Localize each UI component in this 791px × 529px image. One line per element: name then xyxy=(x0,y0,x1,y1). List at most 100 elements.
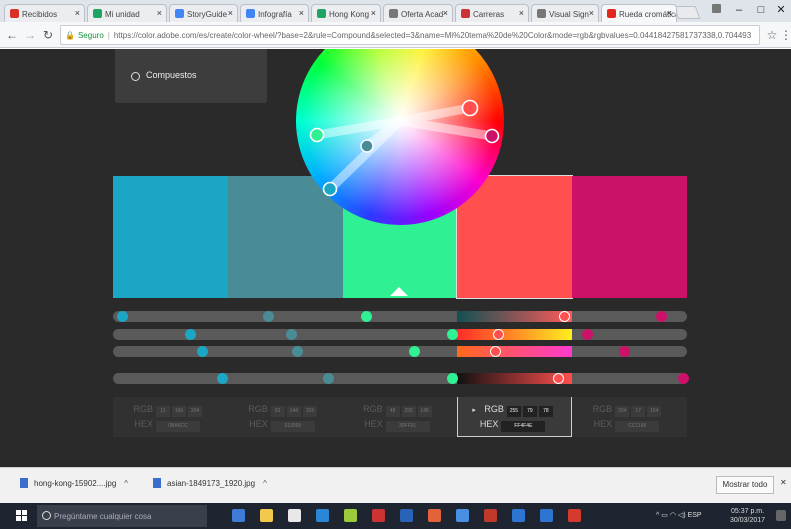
hex-field[interactable]: 0BA6CC xyxy=(156,421,200,432)
close-tab-icon[interactable]: × xyxy=(519,8,524,18)
menu-kebab-icon[interactable]: ⋮ xyxy=(778,27,791,43)
wheel-handle[interactable] xyxy=(461,99,479,117)
browser-tab[interactable]: StoryGuide × xyxy=(169,4,238,22)
color-slider[interactable] xyxy=(113,346,687,357)
color-slider[interactable] xyxy=(113,373,689,384)
slider-handle[interactable] xyxy=(677,373,689,384)
url-input[interactable]: 🔒 Seguro | https://color.adobe.com/es/creat… xyxy=(60,25,760,45)
slider-handle[interactable] xyxy=(492,329,504,340)
close-tab-icon[interactable]: × xyxy=(371,8,376,18)
color-value-column[interactable]: RGB 11 166 204 HEX 0BA6CC xyxy=(113,397,228,437)
color-value-column[interactable]: RGB 81 144 153 HEX 519099 xyxy=(228,397,343,437)
wheel-handle[interactable] xyxy=(360,139,374,153)
slider-handle[interactable] xyxy=(409,346,421,357)
taskbar-app-icon[interactable] xyxy=(456,509,469,522)
radio-compound[interactable] xyxy=(131,72,140,81)
hex-field[interactable]: FF4F4E xyxy=(501,421,546,432)
taskbar-app-icon[interactable] xyxy=(400,509,413,522)
slider-handle[interactable] xyxy=(360,311,372,322)
slider-handle[interactable] xyxy=(446,329,458,340)
color-slider[interactable] xyxy=(113,311,687,322)
close-tab-icon[interactable]: × xyxy=(75,8,80,18)
download-item[interactable]: asian-1849173_1920.jpg ^ xyxy=(153,478,267,488)
slider-handle[interactable] xyxy=(185,329,197,340)
chevron-up-icon[interactable]: ^ xyxy=(263,479,267,488)
battery-icon[interactable]: ▭ xyxy=(661,512,668,519)
close-tab-icon[interactable]: × xyxy=(667,8,672,18)
hex-field[interactable]: CC1168 xyxy=(615,421,660,432)
windows-start-icon[interactable] xyxy=(16,510,28,522)
hex-field[interactable]: 519099 xyxy=(270,421,315,432)
rgb-r-field[interactable]: 11 xyxy=(156,406,170,417)
rgb-g-field[interactable]: 144 xyxy=(286,406,301,417)
taskbar-app-icon[interactable] xyxy=(428,509,441,522)
slider-handle[interactable] xyxy=(618,346,630,357)
rgb-b-field[interactable]: 153 xyxy=(302,406,317,417)
taskbar-app-icon[interactable] xyxy=(344,509,357,522)
close-window-button[interactable]: ✕ xyxy=(770,2,791,18)
color-swatch[interactable] xyxy=(113,176,228,298)
forward-arrow-icon[interactable]: → xyxy=(22,27,38,43)
rgb-r-field[interactable]: 81 xyxy=(270,406,285,417)
browser-tab[interactable]: Rueda cromática × xyxy=(601,4,677,22)
browser-tab[interactable]: Hong Kong × xyxy=(311,4,381,22)
slider-handle[interactable] xyxy=(196,346,208,357)
volume-icon[interactable]: ◁) xyxy=(678,512,686,519)
rgb-b-field[interactable]: 78 xyxy=(538,406,553,417)
clock[interactable]: 05:37 p.m. 30/03/2017 xyxy=(730,507,765,525)
browser-tab[interactable]: Recibidos × xyxy=(4,4,85,22)
slider-handle[interactable] xyxy=(291,346,303,357)
wheel-handle[interactable] xyxy=(309,127,325,143)
close-tab-icon[interactable]: × xyxy=(157,8,162,18)
rgb-g-field[interactable]: 166 xyxy=(172,406,186,417)
wheel-handle[interactable] xyxy=(322,181,338,197)
slider-handle[interactable] xyxy=(581,329,593,340)
color-value-column[interactable]: RGB 48 255 145 HEX 30FF91 xyxy=(343,397,458,437)
color-slider[interactable] xyxy=(113,329,687,340)
slider-handle[interactable] xyxy=(285,329,297,340)
close-tab-icon[interactable]: × xyxy=(299,8,304,18)
minimize-window-button[interactable]: – xyxy=(728,2,750,18)
slider-handle[interactable] xyxy=(446,373,458,384)
action-center-icon[interactable] xyxy=(776,510,786,521)
browser-tab[interactable]: Carreras × xyxy=(455,4,529,22)
taskbar-app-icon[interactable] xyxy=(232,509,245,522)
chevron-up-icon[interactable]: ^ xyxy=(656,512,659,519)
new-tab-button[interactable] xyxy=(673,6,701,19)
taskbar-app-icon[interactable] xyxy=(484,509,497,522)
taskbar-app-icon[interactable] xyxy=(540,509,553,522)
browser-tab[interactable]: Visual Sign × xyxy=(531,4,599,22)
minimize-button[interactable] xyxy=(705,2,727,18)
rgb-g-field[interactable]: 255 xyxy=(401,406,416,417)
chevron-up-icon[interactable]: ^ xyxy=(124,479,128,488)
slider-handle[interactable] xyxy=(552,373,564,384)
maximize-window-button[interactable]: □ xyxy=(750,2,772,18)
close-tab-icon[interactable]: × xyxy=(228,8,233,18)
rgb-r-field[interactable]: 204 xyxy=(615,406,630,417)
taskbar-app-icon[interactable] xyxy=(512,509,525,522)
slider-handle[interactable] xyxy=(558,311,570,322)
taskbar-app-icon[interactable] xyxy=(316,509,329,522)
close-tab-icon[interactable]: × xyxy=(443,8,448,18)
wifi-icon[interactable]: ◠ xyxy=(670,512,676,519)
browser-tab[interactable]: Infografía × xyxy=(240,4,309,22)
rgb-b-field[interactable]: 145 xyxy=(417,406,432,417)
rgb-g-field[interactable]: 17 xyxy=(631,406,646,417)
slider-handle[interactable] xyxy=(116,311,128,322)
hex-field[interactable]: 30FF91 xyxy=(385,421,430,432)
show-all-downloads-button[interactable]: Mostrar todo xyxy=(716,476,774,494)
taskbar-app-icon[interactable] xyxy=(568,509,581,522)
browser-tab[interactable]: Mi unidad × xyxy=(87,4,167,22)
reload-icon[interactable]: ↻ xyxy=(40,27,56,43)
slider-handle[interactable] xyxy=(656,311,668,322)
rgb-r-field[interactable]: 255 xyxy=(506,406,521,417)
download-item[interactable]: hong-kong-15902....jpg ^ xyxy=(20,478,128,488)
language-indicator[interactable]: ESP xyxy=(688,512,702,519)
rgb-g-field[interactable]: 79 xyxy=(522,406,537,417)
slider-handle[interactable] xyxy=(323,373,335,384)
color-value-column[interactable]: ▸ RGB 255 79 78 HEX FF4F4E xyxy=(457,397,573,437)
cortana-search-box[interactable]: Pregúntame cualquier cosa xyxy=(37,505,207,527)
browser-tab[interactable]: Oferta Acad × xyxy=(383,4,453,22)
color-value-column[interactable]: RGB 204 17 104 HEX CC1168 xyxy=(572,397,687,437)
rgb-r-field[interactable]: 48 xyxy=(385,406,400,417)
